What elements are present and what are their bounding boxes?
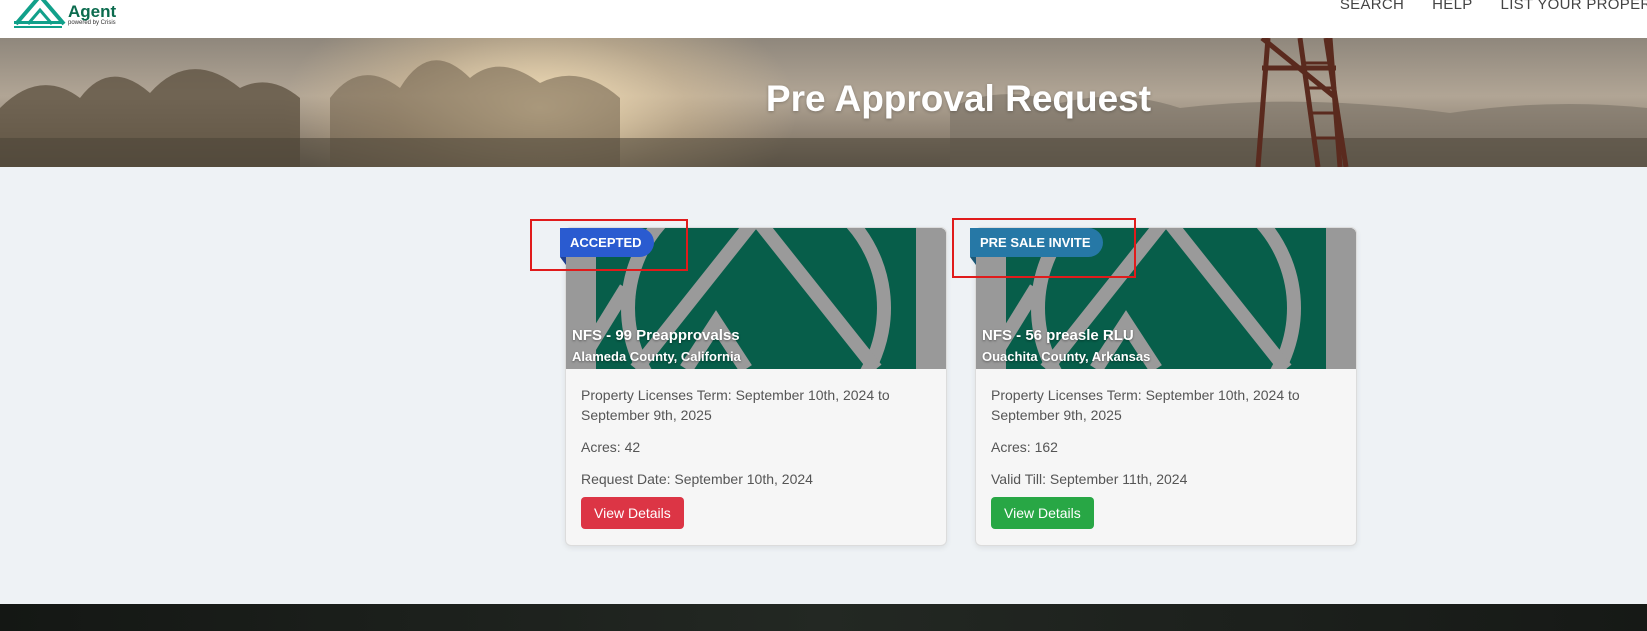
card-body: Property Licenses Term: September 10th, … xyxy=(991,385,1341,501)
nav-list-your-property[interactable]: LIST YOUR PROPERTY xyxy=(1501,0,1647,13)
request-card-1[interactable]: NFS - 99 Preapprovalss Alameda County, C… xyxy=(565,227,947,546)
property-title[interactable]: NFS - 56 preasle RLU xyxy=(982,327,1134,344)
license-term: Property Licenses Term: September 10th, … xyxy=(991,387,1300,423)
highlight-box-presale xyxy=(952,218,1136,278)
page-title: Pre Approval Request xyxy=(765,78,1152,119)
view-details-button[interactable]: View Details xyxy=(581,497,684,529)
acres: Acres: 42 xyxy=(581,439,641,455)
main-nav: SEARCH HELP LIST YOUR PROPERTY xyxy=(1340,0,1647,13)
valid-till-date: Valid Till: September 11th, 2024 xyxy=(991,471,1188,487)
nav-help[interactable]: HELP xyxy=(1432,0,1472,13)
logo-icon xyxy=(14,0,66,28)
request-date: Request Date: September 10th, 2024 xyxy=(581,471,813,487)
footer-band xyxy=(0,604,1647,631)
property-location: Alameda County, California xyxy=(572,349,741,364)
highlight-box-accepted xyxy=(530,219,688,271)
top-navbar: Outdoor Agent powered by Crisis SEARCH H… xyxy=(0,0,1647,39)
acres: Acres: 162 xyxy=(991,439,1058,455)
license-term: Property Licenses Term: September 10th, … xyxy=(581,387,890,423)
property-title[interactable]: NFS - 99 Preapprovalss xyxy=(572,327,740,344)
logo-text: Outdoor Agent xyxy=(68,0,135,21)
card-body: Property Licenses Term: September 10th, … xyxy=(581,385,931,501)
view-details-button[interactable]: View Details xyxy=(991,497,1094,529)
logo-subtext: powered by Crisis xyxy=(68,20,116,26)
property-location: Ouachita County, Arkansas xyxy=(982,349,1151,364)
hero-banner: Pre Approval Request xyxy=(0,38,1647,167)
nav-search[interactable]: SEARCH xyxy=(1340,0,1404,13)
